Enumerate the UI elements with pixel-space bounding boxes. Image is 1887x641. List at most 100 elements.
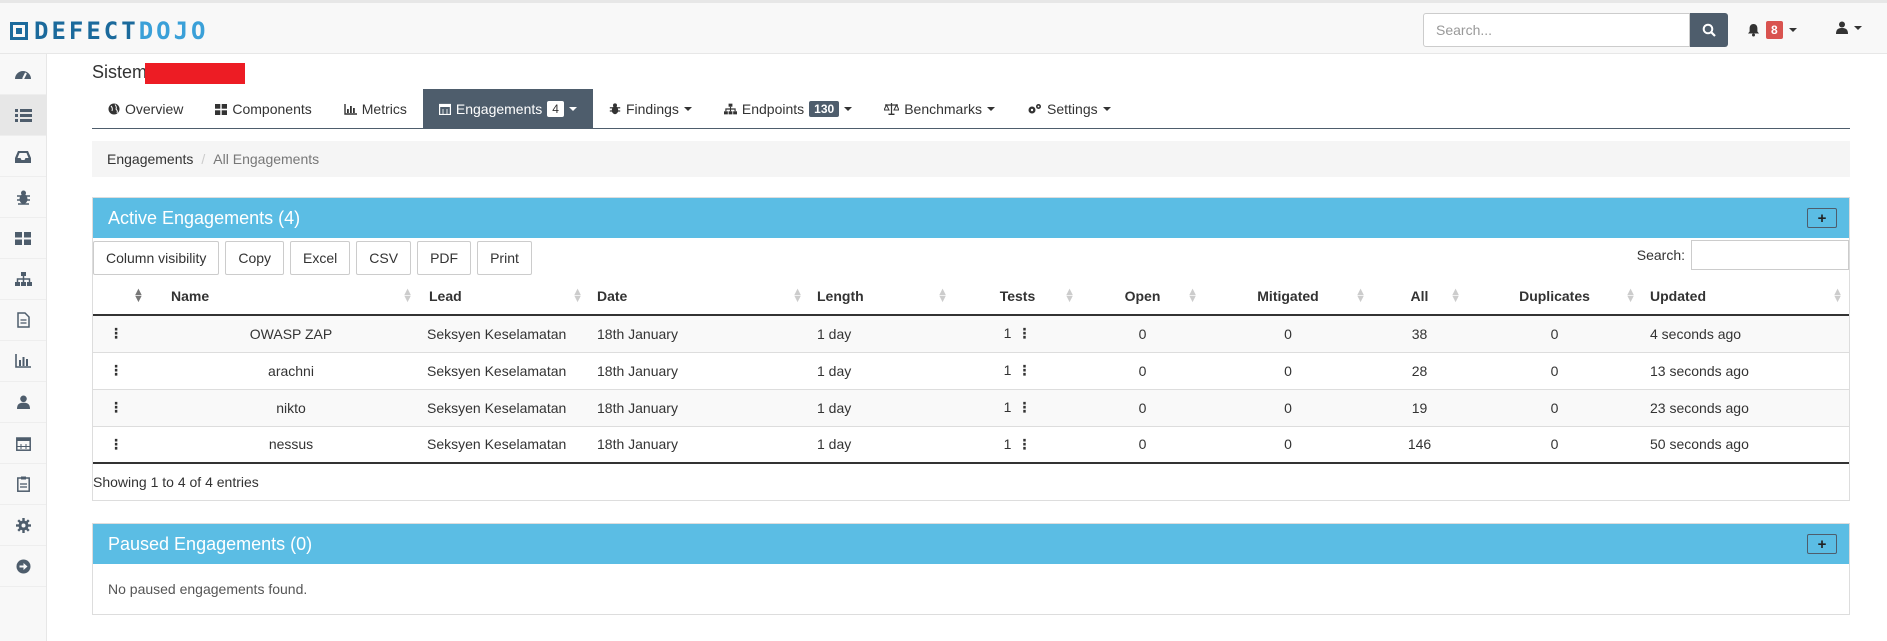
search-button[interactable]	[1690, 13, 1728, 47]
caret-down-icon	[987, 107, 996, 111]
table-row: ⋮ OWASP ZAP Seksyen Keselamatan 18th Januar…	[93, 314, 1849, 352]
tests-menu-icon[interactable]: ⋮	[1017, 325, 1031, 341]
add-engagement-button[interactable]: +	[1807, 208, 1837, 228]
table-header-row: ▲ ▼ Name ▲ ▼ Lead ▲ ▼ Date ▲ ▼ Length ▲ ▼ Tests ▲ ▼…	[93, 278, 1849, 316]
logo-dojo-text: DOJO	[138, 17, 209, 45]
tests-menu-icon[interactable]: ⋮	[1017, 362, 1031, 378]
cell-name[interactable]: OWASP ZAP	[163, 314, 419, 352]
cell-tests: 1 ⋮	[954, 351, 1081, 389]
cell-name[interactable]: nikto	[163, 388, 419, 426]
column-header-lead[interactable]: Lead ▲ ▼	[419, 278, 589, 316]
cell-updated: 13 seconds ago	[1642, 351, 1849, 389]
file-icon	[16, 312, 30, 328]
column-header-updated[interactable]: Updated ▲ ▼	[1642, 278, 1849, 316]
sort-icon: ▲ ▼	[1832, 286, 1843, 305]
sidebar-item-configuration[interactable]	[0, 505, 46, 546]
logo-defect-text: DEFECT	[34, 17, 139, 45]
print-button[interactable]: Print	[477, 241, 532, 275]
engagements-count-badge: 4	[547, 101, 564, 117]
tests-menu-icon[interactable]: ⋮	[1017, 399, 1031, 415]
cell-mitigated: 0	[1204, 388, 1372, 426]
search-input[interactable]	[1423, 13, 1690, 47]
sidebar-item-findings[interactable]	[0, 177, 46, 218]
sidebar-item-dashboard[interactable]	[0, 54, 46, 95]
table-search: Search:	[1637, 240, 1849, 270]
cell-date: 18th January	[589, 425, 809, 464]
row-actions-cell: ⋮	[93, 425, 163, 464]
tab-endpoints[interactable]: Endpoints 130	[708, 89, 868, 129]
sidebar-item-endpoints[interactable]	[0, 259, 46, 300]
calendar-icon	[15, 436, 31, 451]
sidebar-item-calendar[interactable]	[0, 423, 46, 464]
breadcrumb-separator: /	[201, 151, 206, 167]
excel-button[interactable]: Excel	[290, 241, 351, 275]
tab-findings[interactable]: Findings	[593, 89, 708, 129]
sidebar-item-metrics[interactable]	[0, 341, 46, 382]
sidebar-item-products[interactable]	[0, 95, 46, 136]
row-actions-menu-icon[interactable]: ⋮	[101, 399, 123, 415]
csv-button[interactable]: CSV	[356, 241, 412, 275]
product-tabs: Overview Components Metrics Engagements …	[92, 89, 1850, 129]
paused-engagements-heading: Paused Engagements (0) +	[93, 524, 1849, 564]
sitemap-icon	[14, 272, 32, 286]
sort-icon: ▲ ▼	[1355, 286, 1366, 305]
breadcrumb-engagements-link[interactable]: Engagements	[107, 151, 193, 167]
column-header-open[interactable]: Open ▲ ▼	[1081, 278, 1204, 316]
tab-benchmarks[interactable]: Benchmarks	[868, 89, 1011, 129]
bar-chart-icon	[344, 103, 357, 115]
sidebar-item-logout[interactable]	[0, 546, 46, 587]
column-header-duplicates[interactable]: Duplicates ▲ ▼	[1467, 278, 1642, 316]
column-header-name[interactable]: Name ▲ ▼	[163, 278, 419, 316]
column-header-tests[interactable]: Tests ▲ ▼	[954, 278, 1081, 316]
sort-icon: ▲ ▼	[572, 286, 583, 305]
user-dropdown[interactable]	[1836, 21, 1862, 34]
bell-icon	[1748, 24, 1759, 37]
tab-overview[interactable]: Overview	[92, 89, 199, 129]
tests-menu-icon[interactable]: ⋮	[1017, 436, 1031, 452]
active-engagements-heading: Active Engagements (4) +	[93, 198, 1849, 238]
global-search	[1423, 13, 1728, 47]
add-paused-engagement-button[interactable]: +	[1807, 534, 1837, 554]
cell-open: 0	[1081, 314, 1204, 352]
sidebar	[0, 54, 47, 641]
copy-button[interactable]: Copy	[225, 241, 285, 275]
row-actions-menu-icon[interactable]: ⋮	[101, 362, 123, 378]
sidebar-item-engagements[interactable]	[0, 136, 46, 177]
cell-tests: 1 ⋮	[954, 314, 1081, 352]
cell-open: 0	[1081, 351, 1204, 389]
row-actions-menu-icon[interactable]: ⋮	[101, 436, 123, 452]
tab-components[interactable]: Components	[199, 89, 327, 129]
sidebar-item-benchmarks[interactable]	[0, 464, 46, 505]
tab-engagements[interactable]: Engagements 4	[422, 89, 593, 129]
column-header-length[interactable]: Length ▲ ▼	[809, 278, 954, 316]
tab-metrics[interactable]: Metrics	[328, 89, 423, 129]
alerts-dropdown[interactable]: 8	[1747, 21, 1797, 39]
bar-chart-icon	[15, 354, 31, 368]
cell-name[interactable]: nessus	[163, 425, 419, 464]
active-engagements-panel: Active Engagements (4) + Column visibili…	[92, 197, 1850, 501]
column-visibility-button[interactable]: Column visibility	[93, 241, 220, 275]
sort-icon: ▲ ▼	[792, 286, 803, 305]
table-search-input[interactable]	[1691, 240, 1849, 270]
column-header-date[interactable]: Date ▲ ▼	[589, 278, 809, 316]
row-actions-cell: ⋮	[93, 314, 163, 352]
row-actions-menu-icon[interactable]: ⋮	[101, 325, 123, 341]
sidebar-item-reports[interactable]	[0, 300, 46, 341]
column-header-actions[interactable]: ▲ ▼	[93, 278, 163, 316]
cell-duplicates: 0	[1467, 388, 1642, 426]
defectdojo-logo[interactable]: DEFECTDOJO	[10, 17, 209, 45]
cell-name[interactable]: arachni	[163, 351, 419, 389]
column-header-all[interactable]: All ▲ ▼	[1372, 278, 1467, 316]
row-actions-cell: ⋮	[93, 351, 163, 389]
sidebar-item-components[interactable]	[0, 218, 46, 259]
table-row: ⋮ arachni Seksyen Keselamatan 18th January 1…	[93, 351, 1849, 389]
table-row: ⋮ nikto Seksyen Keselamatan 18th January 1 d…	[93, 388, 1849, 426]
pdf-button[interactable]: PDF	[417, 241, 472, 275]
tab-settings[interactable]: Settings	[1011, 89, 1127, 129]
product-name: Sistem	[92, 62, 148, 82]
column-header-mitigated[interactable]: Mitigated ▲ ▼	[1204, 278, 1372, 316]
gear-icon	[15, 517, 31, 533]
engagements-table: ▲ ▼ Name ▲ ▼ Lead ▲ ▼ Date ▲ ▼ Length ▲ ▼ Tests ▲ ▼…	[93, 278, 1849, 464]
sidebar-item-users[interactable]	[0, 382, 46, 423]
cell-date: 18th January	[589, 351, 809, 389]
